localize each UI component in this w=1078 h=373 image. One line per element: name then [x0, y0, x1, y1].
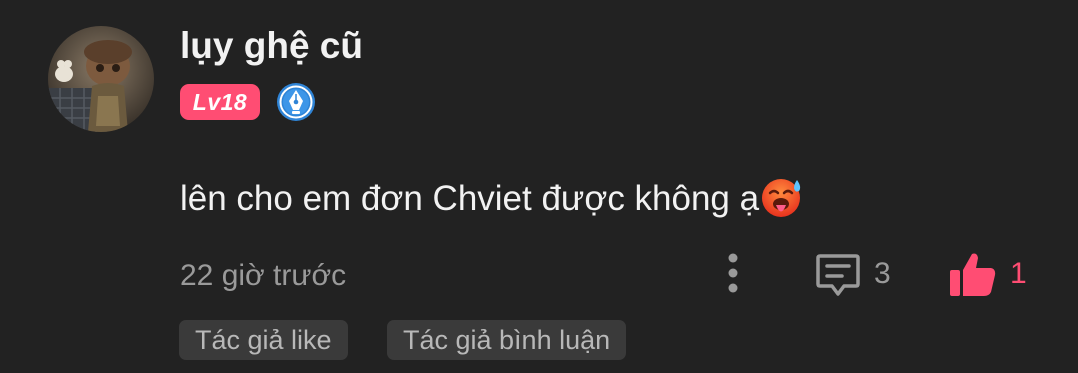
reply-button[interactable]: 3: [814, 250, 891, 298]
thumbs-up-icon: [950, 253, 996, 296]
comment-icon: [816, 254, 860, 296]
hot-face-emoji: [759, 174, 805, 220]
tag-author-liked: Tác giả like: [179, 320, 348, 360]
level-badge: Lv18: [180, 84, 260, 120]
avatar[interactable]: [48, 26, 154, 132]
comment-timestamp: 22 giờ trước: [180, 259, 347, 292]
tag-author-commented: Tác giả bình luận: [387, 320, 627, 360]
reply-count: 3: [874, 257, 891, 290]
like-count: 1: [1010, 257, 1027, 290]
comment-text: lên cho em đơn Chviet được không ạ: [180, 174, 805, 222]
pen-nib-badge-icon: [276, 82, 316, 122]
author-name[interactable]: lụy ghệ cũ: [180, 24, 363, 68]
like-button[interactable]: 1: [948, 250, 1027, 298]
vertical-dots-icon: [728, 253, 738, 293]
comment-body: lên cho em đơn Chviet được không ạ: [180, 179, 760, 218]
more-options-button[interactable]: [716, 250, 750, 296]
